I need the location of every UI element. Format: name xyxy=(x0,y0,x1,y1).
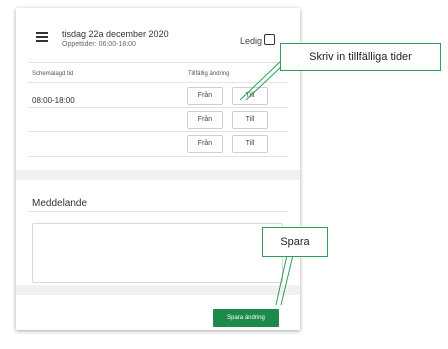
calendar-icon xyxy=(36,32,48,44)
section-separator xyxy=(16,285,300,295)
column-temporary: Tillfällig ändring xyxy=(188,71,230,77)
to-input[interactable]: Till xyxy=(232,87,268,105)
ledig-checkbox[interactable] xyxy=(264,34,275,45)
divider xyxy=(28,211,288,212)
ledig-label: Ledig xyxy=(240,36,263,46)
divider xyxy=(28,107,288,108)
section-separator xyxy=(16,170,300,180)
message-textarea[interactable] xyxy=(32,223,283,283)
to-input[interactable]: Till xyxy=(232,111,268,129)
callout-save: Spara xyxy=(262,227,328,257)
save-button[interactable]: Spara ändring xyxy=(213,309,279,327)
from-input[interactable]: Från xyxy=(187,135,223,153)
opening-hours: Öppettider: 06:00-18:00 xyxy=(62,41,136,48)
divider xyxy=(28,62,288,63)
message-title: Meddelande xyxy=(32,198,88,209)
panel-header: tisdag 22a december 2020 Öppettider: 06:… xyxy=(16,8,300,62)
column-scheduled: Schemalagd tid xyxy=(32,71,74,77)
to-input[interactable]: Till xyxy=(232,135,268,153)
divider xyxy=(28,131,288,132)
date-label: tisdag 22a december 2020 xyxy=(62,29,169,39)
callout-temp-times: Skriv in tillfälliga tider xyxy=(280,43,441,71)
divider xyxy=(28,156,288,157)
scheduled-time: 08:00-18:00 xyxy=(32,96,75,105)
from-input[interactable]: Från xyxy=(187,111,223,129)
divider xyxy=(28,82,288,83)
schedule-panel: tisdag 22a december 2020 Öppettider: 06:… xyxy=(16,8,300,330)
from-input[interactable]: Från xyxy=(187,87,223,105)
